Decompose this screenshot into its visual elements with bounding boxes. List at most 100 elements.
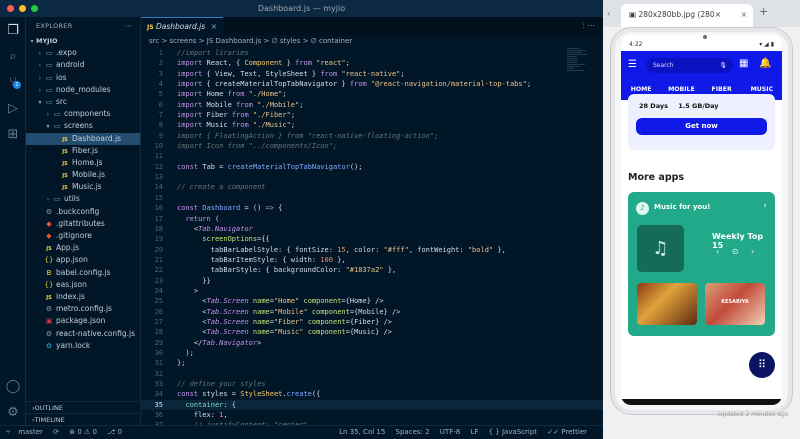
code-line[interactable]: 29 </Tab.Navigator> — [141, 338, 603, 348]
tree-folder[interactable]: › ▭ .expo — [26, 47, 140, 59]
tree-file[interactable]: JS App.js — [26, 242, 140, 254]
editor-actions[interactable]: ⫶ ⋯ — [582, 17, 595, 35]
code-line[interactable]: 27 <Tab.Screen name="Fiber" component={F… — [141, 317, 603, 327]
tree-file[interactable]: JS index.js — [26, 291, 140, 303]
tree-file[interactable]: ◆ .gitignore — [26, 230, 140, 242]
maximize-window-button[interactable] — [31, 5, 38, 12]
tree-file[interactable]: JS Home.js — [26, 157, 140, 169]
mic-icon[interactable]: 🎙 — [719, 58, 727, 73]
cursor-position[interactable]: Ln 35, Col 15 — [339, 428, 385, 436]
close-tab-icon[interactable]: × — [211, 18, 217, 35]
code-line[interactable]: 22 tabBarStyle: { backgroundColor: "#183… — [141, 265, 603, 275]
tree-file[interactable]: ⚙ react-native.config.js — [26, 328, 140, 340]
close-tab-icon[interactable]: × — [741, 4, 747, 26]
code-line[interactable]: 20 tabBarLabelStyle: { fontSize: 15, col… — [141, 245, 603, 255]
shuffle-icon[interactable]: ⊙ — [732, 247, 739, 256]
code-line[interactable]: 21 tabBarItemStyle: { width: 100 }, — [141, 255, 603, 265]
files-icon[interactable]: ❐ — [5, 23, 21, 39]
code-line[interactable]: 4 import { createMaterialTopTabNavigator … — [141, 79, 603, 89]
menu-icon[interactable]: ☰ — [628, 59, 637, 70]
code-line[interactable]: 18 <Tab.Navigator — [141, 224, 603, 234]
timeline-section[interactable]: ›TIMELINE — [26, 413, 141, 425]
previous-icon[interactable]: ‹ — [716, 247, 719, 256]
extensions-icon[interactable]: ⊞ — [5, 127, 21, 143]
get-now-button[interactable]: Get now — [636, 118, 767, 135]
apps-grid-fab[interactable]: ⠿ — [749, 352, 775, 378]
code-line[interactable]: 25 <Tab.Screen name="Home" component={Ho… — [141, 296, 603, 306]
tree-file[interactable]: {} eas.json — [26, 279, 140, 291]
music-note-icon[interactable]: ♫ — [637, 225, 684, 272]
code-line[interactable]: 11 — [141, 151, 603, 161]
tree-file[interactable]: ✿ yarn.lock — [26, 340, 140, 352]
code-line[interactable]: 12 const Tab = createMaterialTopTabNaviga… — [141, 162, 603, 172]
problems-indicator[interactable]: ⊗ 0 ⚠ 0 — [69, 428, 97, 436]
run-debug-icon[interactable]: ▷ — [5, 101, 21, 117]
album-thumbnail[interactable] — [637, 283, 697, 325]
code-line[interactable]: 16 const Dashboard = () => { — [141, 203, 603, 213]
code-line[interactable]: 24 > — [141, 286, 603, 296]
branch-name[interactable]: master — [18, 428, 43, 436]
code-line[interactable]: 31}; — [141, 358, 603, 368]
code-line[interactable]: 8 import Music from "./Music"; — [141, 120, 603, 130]
browser-tab[interactable]: ▣ 280x280bb.jpg (280× × — [621, 4, 753, 27]
tree-file[interactable]: ⚙ metro.config.js — [26, 303, 140, 315]
indentation[interactable]: Spaces: 2 — [396, 428, 430, 436]
tree-folder[interactable]: ▾ ▭ src — [26, 96, 140, 108]
search-input[interactable]: Search 🎙 — [646, 58, 733, 73]
code-line[interactable]: 36 flex: 1, — [141, 410, 603, 420]
close-window-button[interactable] — [7, 5, 14, 12]
tab-dashboard-js[interactable]: JS Dashboard.js × — [141, 17, 223, 35]
search-icon[interactable]: ⌕ — [5, 49, 21, 65]
tree-file[interactable]: ⚙ .buckconfig — [26, 206, 140, 218]
language-mode[interactable]: { } JavaScript — [489, 428, 537, 436]
account-icon[interactable]: ◯ — [5, 379, 21, 395]
tree-file[interactable]: JS Fiber.js — [26, 145, 140, 157]
outline-section[interactable]: ›OUTLINE — [26, 401, 141, 413]
tree-folder[interactable]: ▾ ▭ screens — [26, 120, 140, 132]
code-line[interactable]: 34 const styles = StyleSheet.create({ — [141, 389, 603, 399]
code-line[interactable]: 3 import { View, Text, StyleSheet } from … — [141, 69, 603, 79]
gear-icon[interactable]: ⚙ — [5, 405, 21, 421]
tree-folder[interactable]: › ▭ ios — [26, 72, 140, 84]
tree-file[interactable]: JS Dashboard.js — [26, 132, 140, 145]
code-line[interactable]: 32 — [141, 369, 603, 379]
prettier-status[interactable]: ✓✓ Prettier — [547, 428, 587, 436]
code-line[interactable]: 28 <Tab.Screen name="Music" component={M… — [141, 327, 603, 337]
tree-folder[interactable]: › ▭ utils — [26, 193, 140, 205]
chevron-right-icon[interactable]: › — [763, 201, 767, 211]
code-line[interactable]: 30 ); — [141, 348, 603, 358]
code-line[interactable]: 13 — [141, 172, 603, 182]
next-icon[interactable]: › — [751, 247, 754, 256]
code-line[interactable]: 1 //import liraries — [141, 48, 603, 58]
ports-indicator[interactable]: ⎇ 0 — [107, 428, 122, 436]
sync-icon[interactable]: ⟳ — [53, 428, 59, 436]
album-thumbnail-kesariya[interactable]: KESARIYA — [705, 283, 765, 325]
tree-file[interactable]: ▣ package.json — [26, 315, 140, 327]
music-card[interactable]: ♪ Music for you! › ♫ Weekly Top 15 ‹ ⊙ › — [628, 192, 775, 336]
code-line[interactable]: 10 import Icon from "../components/Icon"; — [141, 141, 603, 151]
code-line[interactable]: 23 }} — [141, 276, 603, 286]
tree-folder[interactable]: › ▭ node_modules — [26, 84, 140, 96]
tree-file[interactable]: {} app.json — [26, 254, 140, 266]
code-line[interactable]: 14 // create a component — [141, 182, 603, 192]
code-line[interactable]: 9 import { FloatingAction } from "react-n… — [141, 131, 603, 141]
tree-file[interactable]: ◆ .gitattributes — [26, 218, 140, 230]
tree-folder[interactable]: › ▭ components — [26, 108, 140, 120]
new-tab-button[interactable]: + — [759, 5, 768, 18]
code-line[interactable]: 17 return ( — [141, 214, 603, 224]
code-line[interactable]: 2 import React, { Component } from "react… — [141, 58, 603, 68]
code-line[interactable]: 35 container: { — [141, 399, 603, 411]
tree-file[interactable]: JS Mobile.js — [26, 169, 140, 181]
qr-scan-icon[interactable]: ▦ — [739, 58, 748, 69]
minimap[interactable] — [567, 48, 589, 88]
more-actions-icon[interactable]: ⋯ — [125, 17, 132, 35]
code-editor[interactable]: 1 //import liraries 2 import React, { Compo… — [141, 48, 603, 439]
code-line[interactable]: 15 — [141, 193, 603, 203]
code-line[interactable]: 26 <Tab.Screen name="Mobile" component={… — [141, 307, 603, 317]
code-line[interactable]: 7 import Fiber from "./Fiber"; — [141, 110, 603, 120]
code-line[interactable]: 33 // define your styles — [141, 379, 603, 389]
tree-root[interactable]: ▾ MYJIO — [26, 35, 140, 47]
back-icon[interactable]: ‹ — [607, 9, 610, 18]
bell-icon[interactable]: 🔔 — [759, 58, 771, 69]
code-line[interactable]: 6 import Mobile from "./Mobile"; — [141, 100, 603, 110]
